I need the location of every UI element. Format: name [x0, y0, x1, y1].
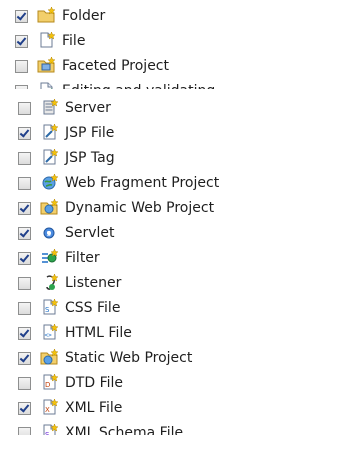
wizard-list-bottom: Server JSP File JSP Tag Web Fragment Projec…: [0, 96, 359, 435]
file-icon: [37, 31, 56, 49]
svg-text:S: S: [45, 306, 50, 314]
list-item[interactable]: Static Web Project: [0, 347, 359, 369]
item-label: Servlet: [65, 225, 115, 241]
item-checkbox[interactable]: [18, 127, 31, 140]
listener-icon: [40, 273, 59, 291]
item-checkbox[interactable]: [15, 10, 28, 23]
item-checkbox[interactable]: [18, 427, 31, 435]
editing-validating-icon: [37, 81, 55, 89]
item-checkbox[interactable]: [18, 277, 31, 290]
svg-text:<>: <>: [45, 332, 53, 339]
xml-file-icon: X: [40, 398, 59, 416]
item-checkbox[interactable]: [18, 227, 31, 240]
item-label: Faceted Project: [62, 58, 169, 74]
folder-icon: [37, 6, 56, 24]
list-item[interactable]: JSP Tag: [0, 147, 359, 169]
list-item[interactable]: Faceted Project: [0, 55, 359, 77]
svg-text:S: S: [45, 431, 50, 435]
list-item[interactable]: Editing and validating: [0, 80, 359, 89]
item-label: Static Web Project: [65, 350, 193, 366]
item-checkbox[interactable]: [18, 302, 31, 315]
item-label: XML File: [65, 400, 123, 416]
item-label: HTML File: [65, 325, 132, 341]
item-checkbox[interactable]: [18, 402, 31, 415]
item-checkbox[interactable]: [15, 85, 28, 89]
svg-text:S: S: [47, 230, 52, 238]
dynamic-web-project-icon: [40, 198, 59, 216]
list-item[interactable]: X XML File: [0, 397, 359, 419]
servlet-icon: S: [40, 223, 58, 241]
item-checkbox[interactable]: [15, 60, 28, 73]
item-label: JSP File: [65, 125, 115, 141]
item-label: Folder: [62, 8, 106, 24]
item-checkbox[interactable]: [18, 202, 31, 215]
item-label: Dynamic Web Project: [65, 200, 215, 216]
wizard-list-top: Folder File Faceted Project Editing and val…: [0, 0, 359, 89]
list-item[interactable]: Folder: [0, 5, 359, 27]
item-checkbox[interactable]: [18, 327, 31, 340]
list-item[interactable]: JSP File: [0, 122, 359, 144]
filter-icon: [40, 248, 59, 266]
item-label: JSP Tag: [65, 150, 115, 166]
svg-text:D: D: [45, 381, 50, 389]
dtd-file-icon: D: [40, 373, 59, 391]
list-item[interactable]: Dynamic Web Project: [0, 197, 359, 219]
jsp-tag-icon: [40, 148, 59, 166]
server-icon: [40, 98, 59, 116]
item-checkbox[interactable]: [18, 377, 31, 390]
faceted-project-icon: [37, 56, 56, 74]
item-label: Filter: [65, 250, 100, 266]
html-file-icon: <>: [40, 323, 59, 341]
list-item[interactable]: Listener: [0, 272, 359, 294]
item-checkbox[interactable]: [18, 252, 31, 265]
css-file-icon: S: [40, 298, 59, 316]
item-label: DTD File: [65, 375, 123, 391]
item-label: CSS File: [65, 300, 121, 316]
item-checkbox[interactable]: [18, 152, 31, 165]
static-web-project-icon: [40, 348, 59, 366]
list-item[interactable]: Web Fragment Project: [0, 172, 359, 194]
list-item[interactable]: D DTD File: [0, 372, 359, 394]
item-checkbox[interactable]: [18, 177, 31, 190]
item-checkbox[interactable]: [15, 35, 28, 48]
item-label: XML Schema File: [65, 425, 184, 435]
list-item[interactable]: File: [0, 30, 359, 52]
xml-schema-file-icon: S: [40, 423, 59, 435]
item-checkbox[interactable]: [18, 352, 31, 365]
svg-text:X: X: [45, 406, 50, 414]
item-label: Listener: [65, 275, 122, 291]
list-item[interactable]: S XML Schema File: [0, 422, 359, 435]
item-label: Server: [65, 100, 111, 116]
web-fragment-project-icon: [40, 173, 59, 191]
list-item[interactable]: Filter: [0, 247, 359, 269]
item-label: Editing and validating: [62, 82, 215, 89]
item-label: Web Fragment Project: [65, 175, 220, 191]
item-checkbox[interactable]: [18, 102, 31, 115]
list-item[interactable]: S Servlet: [0, 222, 359, 244]
list-item[interactable]: S CSS File: [0, 297, 359, 319]
jsp-file-icon: [40, 123, 59, 141]
list-item[interactable]: <> HTML File: [0, 322, 359, 344]
list-item[interactable]: Server: [0, 97, 359, 119]
item-label: File: [62, 33, 86, 49]
